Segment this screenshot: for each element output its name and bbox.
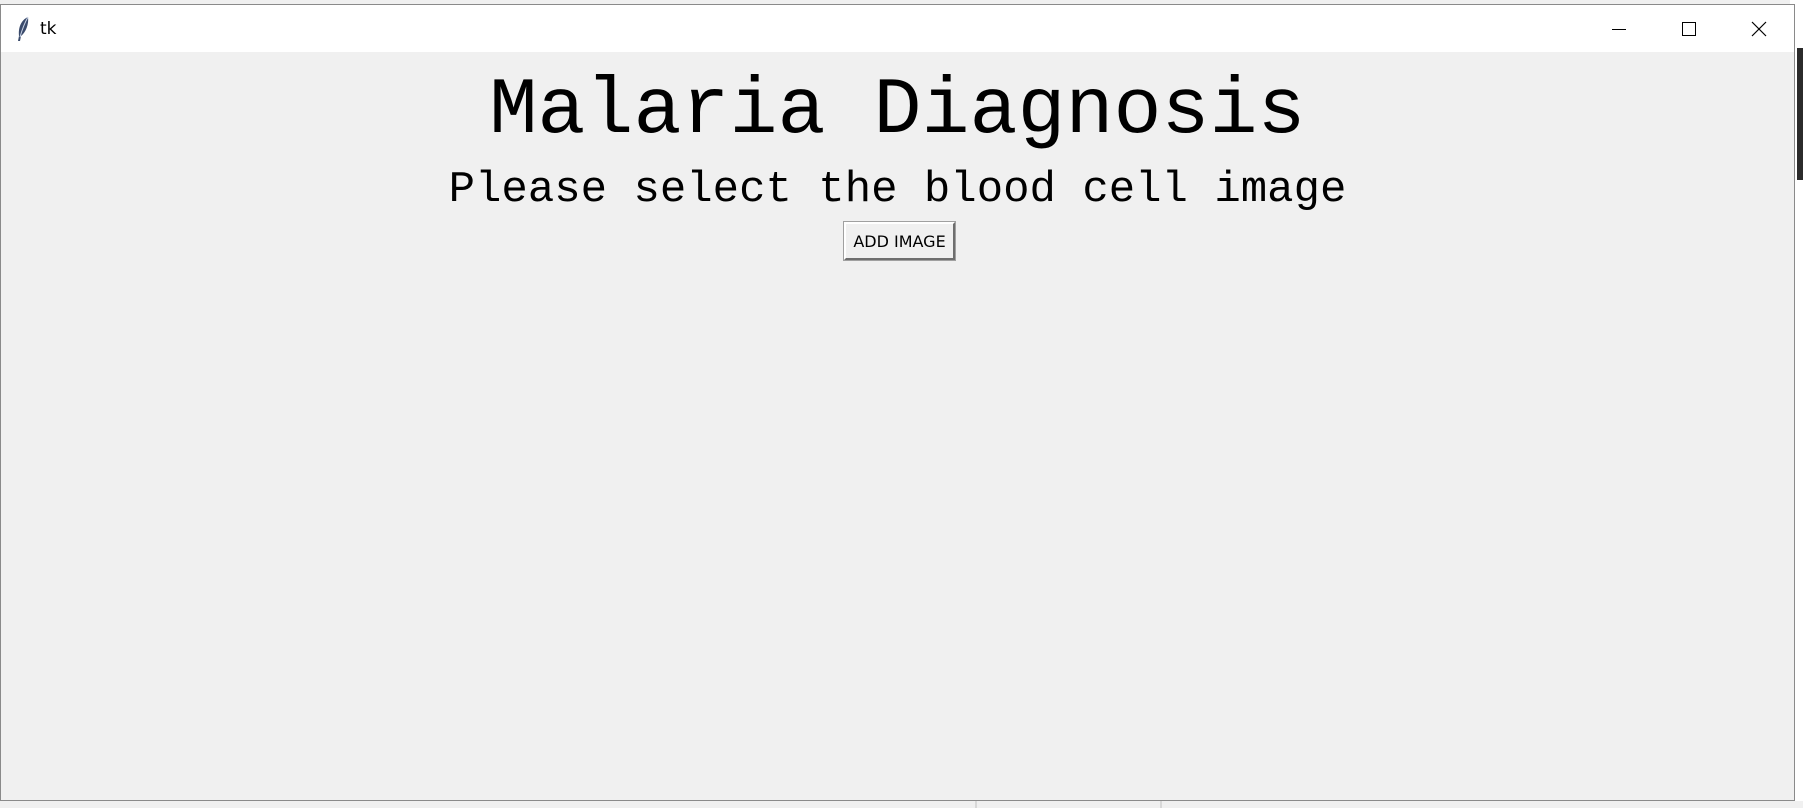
window-content: Malaria Diagnosis Please select the bloo… bbox=[1, 52, 1794, 800]
title-bar[interactable]: tk bbox=[1, 5, 1794, 52]
app-window: tk Malaria Diagnosis Please select the b… bbox=[0, 4, 1795, 801]
feather-icon bbox=[12, 15, 34, 43]
add-image-button[interactable]: ADD IMAGE bbox=[843, 221, 956, 261]
background-window-bottom-edge bbox=[0, 801, 1803, 808]
maximize-button[interactable] bbox=[1654, 5, 1724, 52]
window-title: tk bbox=[40, 18, 57, 39]
instruction-label: Please select the blood cell image bbox=[448, 165, 1347, 215]
maximize-icon bbox=[1682, 21, 1696, 36]
page-title: Malaria Diagnosis bbox=[489, 66, 1306, 157]
desktop: tk Malaria Diagnosis Please select the b… bbox=[0, 0, 1803, 808]
close-icon bbox=[1751, 21, 1767, 36]
minimize-button[interactable] bbox=[1584, 5, 1654, 52]
background-window-dark-edge bbox=[1797, 48, 1803, 180]
window-controls bbox=[1584, 5, 1794, 52]
close-button[interactable] bbox=[1724, 5, 1794, 52]
minimize-icon bbox=[1612, 28, 1626, 30]
